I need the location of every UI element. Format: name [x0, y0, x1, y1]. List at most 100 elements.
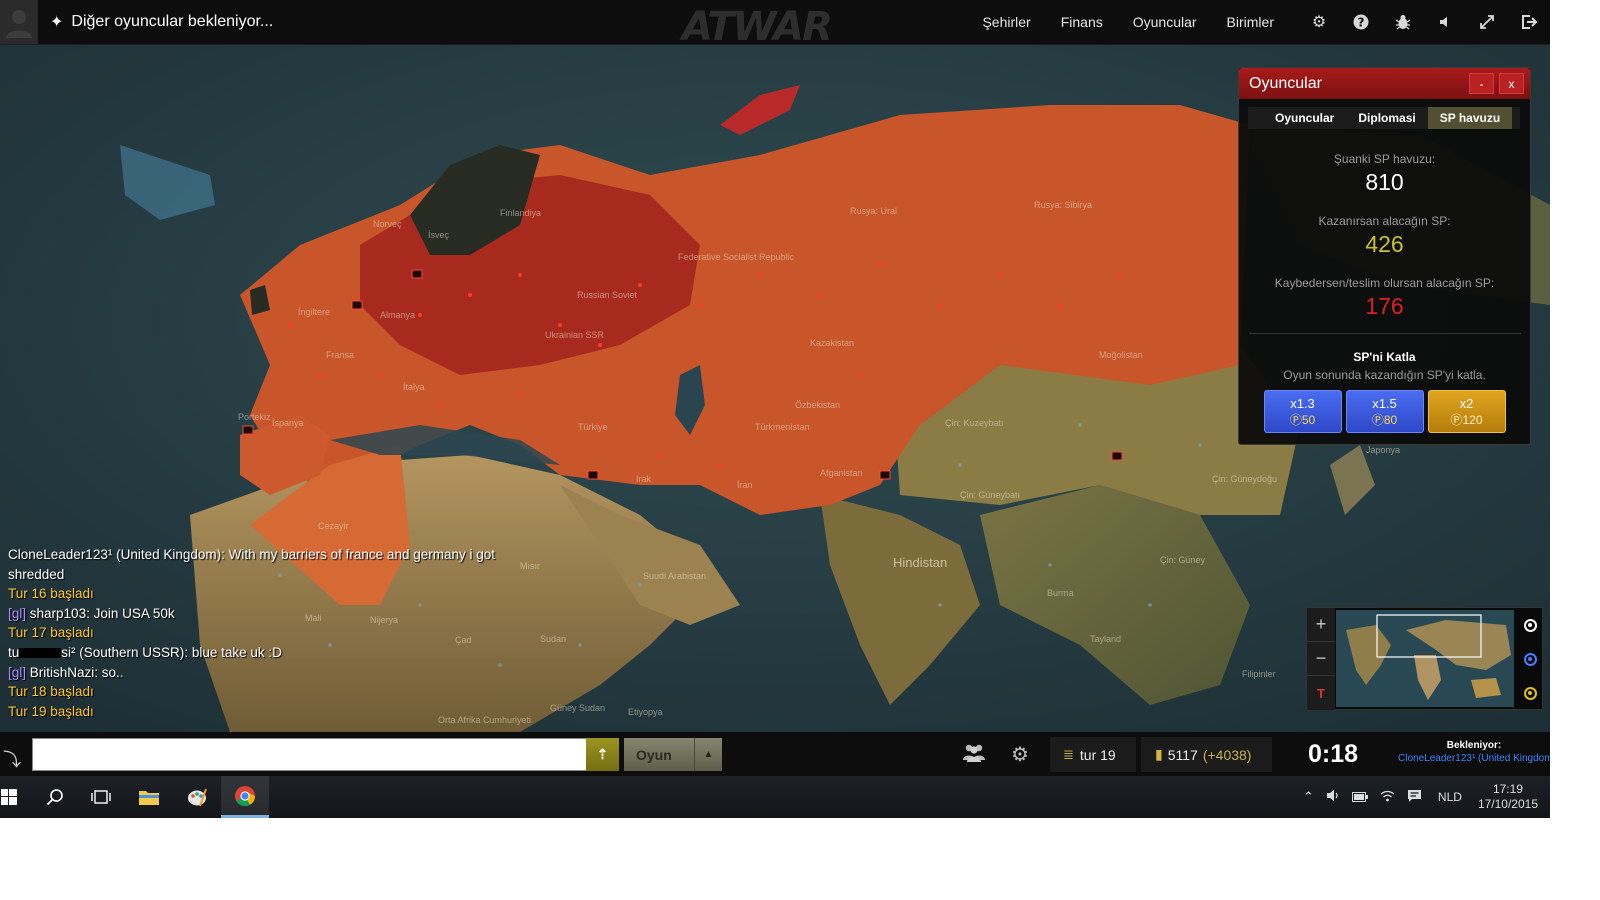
view-gold-button[interactable]	[1517, 676, 1543, 710]
chat-sender[interactable]: CloneLeader123¹ (United Kingdom)	[8, 547, 221, 562]
gears-icon[interactable]: ⚙	[1298, 0, 1340, 44]
nav-cities[interactable]: Şehirler	[967, 14, 1045, 30]
waiting-label: Bekleniyor:	[1446, 740, 1502, 751]
taskbar-clock[interactable]: 17:19 17/10/2015	[1472, 782, 1550, 812]
turn-timer: 0:18	[1308, 740, 1359, 768]
question-icon[interactable]: ?	[1340, 0, 1382, 44]
gold-amount: 5117	[1167, 746, 1198, 763]
chat-system-message: Tur 17 başladı	[8, 623, 528, 643]
clock-time: 17:19	[1492, 782, 1523, 796]
chat-sender[interactable]: sharp103	[30, 606, 86, 621]
chat-collapse-icon[interactable]: ⤵	[0, 746, 24, 770]
minimize-button[interactable]: -	[1469, 73, 1494, 94]
gold-income: (+4038)	[1202, 746, 1252, 763]
chat-system-message: Tur 18 başladı	[8, 682, 528, 702]
zoom-out-button[interactable]: −	[1307, 642, 1335, 676]
multiplier-1-3-button[interactable]: x1.3 Ⓟ50	[1263, 390, 1342, 433]
map-label-mogolistan: Moğolistan	[1099, 350, 1143, 360]
task-view-icon[interactable]	[77, 776, 125, 818]
map-label-suudi: Suudi Arabistan	[643, 571, 707, 581]
map-toggle-button[interactable]: T	[1307, 676, 1335, 710]
map-label-iran: İran	[737, 480, 753, 490]
tab-players[interactable]: Oyuncular	[1248, 107, 1346, 129]
minimap: + − T	[1306, 607, 1543, 710]
channel-label: Oyun	[636, 746, 672, 763]
map-label-fransa: Fransa	[326, 350, 355, 360]
exit-icon[interactable]	[1508, 0, 1550, 44]
multiply-title: SP'ni Katla	[1353, 350, 1416, 364]
turn-text: tur 19	[1079, 746, 1116, 763]
map-label-norvec: Norveç	[373, 219, 402, 229]
waiting-player[interactable]: CloneLeader123¹ (United Kingdom)	[1398, 753, 1550, 764]
map-label-italya: İtalya	[403, 382, 425, 392]
tab-sp-pool[interactable]: SP havuzu	[1427, 107, 1513, 129]
map-label-turkmenistan: Türkmenistan	[755, 422, 810, 432]
send-button[interactable]: ⇡	[586, 738, 619, 771]
gold-icon: ▮	[1155, 746, 1163, 762]
map-label-cin-guneydogu: Çin: Güneydoğu	[1212, 474, 1278, 484]
team-icon[interactable]	[962, 742, 986, 768]
turn-counter: ≣ tur 19	[1050, 737, 1136, 772]
gear-icon[interactable]: ⚙	[1011, 742, 1029, 767]
multiplier-1-5-button[interactable]: x1.5 Ⓟ80	[1345, 390, 1424, 433]
chat-sender[interactable]: BritishNazi	[30, 665, 95, 680]
view-target-button[interactable]	[1517, 608, 1543, 642]
battery-icon[interactable]	[1346, 790, 1374, 805]
wifi-icon[interactable]	[1374, 790, 1401, 805]
map-label-finlandiya: Finlandiya	[500, 208, 542, 218]
global-tag: [gl]	[8, 664, 27, 680]
map-label-cin-kuzeybati: Çin: Kuzeybatı	[945, 418, 1004, 428]
chrome-icon[interactable]	[221, 776, 269, 818]
chat-log: CloneLeader123¹ (United Kingdom): With m…	[8, 545, 528, 721]
zoom-in-button[interactable]: +	[1307, 608, 1335, 642]
avatar[interactable]	[0, 0, 38, 44]
game-screen: Norveç İsveç Finlandiya İngiltere Almany…	[0, 0, 1550, 818]
channel-select[interactable]: Oyun ▲	[624, 738, 722, 771]
user-silhouette-icon	[6, 10, 32, 38]
system-tray: ⌃ NLD 17:19 17/10/2015	[1297, 776, 1550, 818]
chat-message: [gl] BritishNazi: so..	[8, 663, 528, 683]
map-label-ukrainian: Ukrainian SSR	[545, 330, 605, 340]
target-blue-icon	[1523, 652, 1537, 666]
speaker-icon[interactable]	[1424, 0, 1466, 44]
minimap-graphic	[1336, 610, 1514, 707]
multiplier-buttons: x1.3 Ⓟ50 x1.5 Ⓟ80 x2 Ⓟ120	[1239, 390, 1530, 433]
chat-input[interactable]	[32, 738, 587, 771]
bug-icon[interactable]	[1382, 0, 1424, 44]
chat-sender[interactable]: si² (Southern USSR)	[61, 645, 184, 660]
chevron-up-icon[interactable]: ⌃	[1297, 789, 1320, 805]
target-gold-icon	[1523, 686, 1537, 700]
map-label-guney-sudan: Güney Sudan	[550, 703, 606, 713]
language-indicator[interactable]: NLD	[1428, 790, 1472, 804]
expand-icon[interactable]	[1466, 0, 1508, 44]
close-button[interactable]: x	[1499, 73, 1524, 94]
paint-app-icon[interactable]	[173, 776, 221, 818]
up-arrow-icon: ⇡	[596, 746, 609, 762]
volume-icon[interactable]	[1320, 789, 1346, 805]
notifications-icon[interactable]	[1401, 789, 1428, 806]
chat-system-message: Tur 16 başladı	[8, 584, 528, 604]
nav-units[interactable]: Birimler	[1212, 14, 1298, 30]
target-white-icon	[1523, 618, 1537, 632]
file-explorer-icon[interactable]	[125, 776, 173, 818]
map-label-japonya: Japonya	[1366, 445, 1401, 455]
tab-diplomacy[interactable]: Diplomasi	[1346, 107, 1427, 129]
search-icon[interactable]	[31, 776, 79, 818]
chat-text: : so..	[94, 664, 124, 680]
nav-finance[interactable]: Finans	[1046, 14, 1118, 30]
minimap-view[interactable]	[1336, 610, 1514, 707]
nav-players[interactable]: Oyuncular	[1118, 14, 1212, 30]
panel-header[interactable]: Oyuncular - x	[1239, 68, 1530, 99]
multiplier-2-button[interactable]: x2 Ⓟ120	[1427, 390, 1506, 433]
view-blue-button[interactable]	[1517, 642, 1543, 676]
windows-start-icon[interactable]	[0, 776, 18, 818]
map-label-almanya: Almanya	[380, 310, 416, 320]
gold-counter: ▮ 5117 (+4038)	[1141, 737, 1272, 772]
multiplier-cost: Ⓟ80	[1371, 413, 1398, 427]
multiplier-label: x1.3	[1290, 396, 1315, 411]
players-panel: Oyuncular - x Oyuncular Diplomasi SP hav…	[1238, 67, 1531, 445]
map-label-etiyopya: Etiyopya	[628, 707, 663, 717]
map-label-cin-guneybati: Çin: Güneybatı	[960, 490, 1021, 500]
map-label-hindistan: Hindistan	[893, 555, 948, 570]
turn-started-text: Tur 17 başladı	[8, 625, 94, 641]
